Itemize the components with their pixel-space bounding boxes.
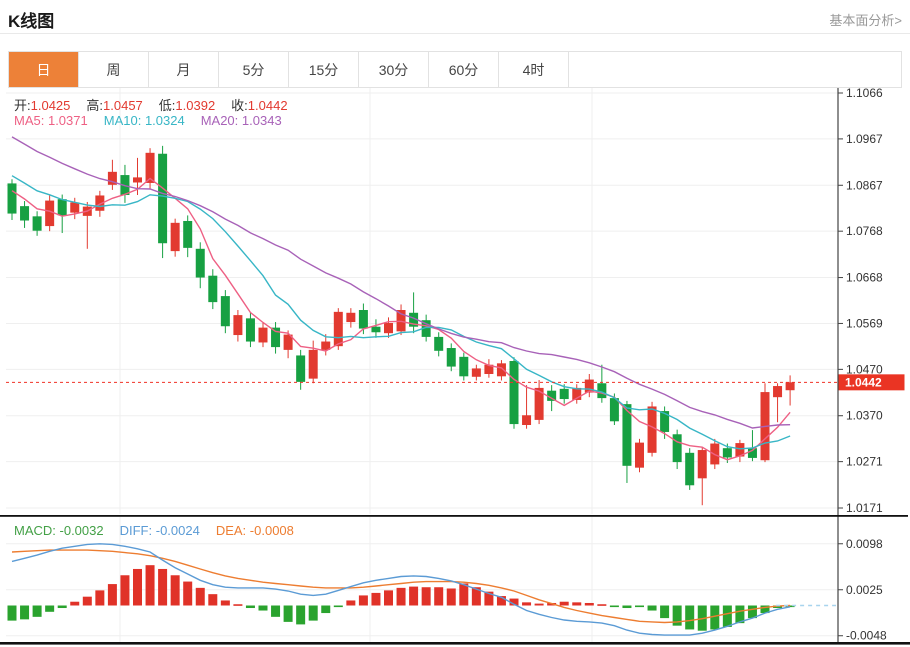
kline-widget: K线图 基本面分析> 日周月5分15分30分60分4时 1.1066 1.0967… xyxy=(0,0,910,647)
diff-label: DIFF: xyxy=(120,523,153,538)
open-label: 开: xyxy=(14,98,31,113)
ma5-value: 1.0371 xyxy=(48,113,88,128)
open-value: 1.0425 xyxy=(31,98,71,113)
macd-axis-label: 0.0025 xyxy=(846,583,883,597)
price-axis-label: 1.0370 xyxy=(846,409,883,423)
macd-label: MACD: xyxy=(14,523,56,538)
diff-value: -0.0024 xyxy=(156,523,200,538)
low-label: 低: xyxy=(159,98,176,113)
tab-4时[interactable]: 4时 xyxy=(499,52,569,87)
low-value: 1.0392 xyxy=(175,98,215,113)
page-title: K线图 xyxy=(8,7,54,32)
ma10-value: 1.0324 xyxy=(145,113,185,128)
tab-5分[interactable]: 5分 xyxy=(219,52,289,87)
macd-legend: MACD: -0.0032 DIFF: -0.0024 DEA: -0.0008 xyxy=(14,523,294,538)
period-tab-bar: 日周月5分15分30分60分4时 xyxy=(8,51,902,88)
fundamental-analysis-link[interactable]: 基本面分析> xyxy=(829,10,902,29)
price-axis-label: 1.1066 xyxy=(846,86,883,100)
tab-月[interactable]: 月 xyxy=(149,52,219,87)
macd-axis-label: -0.0048 xyxy=(846,629,887,643)
ma10-label: MA10: xyxy=(104,113,142,128)
tab-15分[interactable]: 15分 xyxy=(289,52,359,87)
macd-value: -0.0032 xyxy=(60,523,104,538)
header-divider xyxy=(0,33,910,34)
dea-label: DEA: xyxy=(216,523,246,538)
tab-60分[interactable]: 60分 xyxy=(429,52,499,87)
price-axis-label: 1.0171 xyxy=(846,501,883,515)
price-axis-label: 1.0867 xyxy=(846,178,883,192)
price-axis-label: 1.0569 xyxy=(846,316,883,330)
main-chart-area[interactable] xyxy=(6,88,838,643)
tab-日[interactable]: 日 xyxy=(9,52,79,87)
tab-30分[interactable]: 30分 xyxy=(359,52,429,87)
close-label: 收: xyxy=(231,98,248,113)
price-axis-label: 1.0668 xyxy=(846,271,883,285)
price-axis-label: 1.0768 xyxy=(846,224,883,238)
macd-axis-label: 0.0098 xyxy=(846,537,883,551)
ohlc-legend: 开:1.0425 高:1.0457 低:1.0392 收:1.0442 xyxy=(14,95,288,114)
ma-legend: MA5: 1.0371 MA10: 1.0324 MA20: 1.0343 xyxy=(14,113,282,128)
ma20-label: MA20: xyxy=(201,113,239,128)
current-price-tag-text: 1.0442 xyxy=(845,375,882,389)
ma20-value: 1.0343 xyxy=(242,113,282,128)
price-axis-label: 1.0271 xyxy=(846,455,883,469)
tab-周[interactable]: 周 xyxy=(79,52,149,87)
dea-value: -0.0008 xyxy=(250,523,294,538)
price-axis-label: 1.0470 xyxy=(846,362,883,376)
high-value: 1.0457 xyxy=(103,98,143,113)
close-value: 1.0442 xyxy=(248,98,288,113)
price-axis-label: 1.0967 xyxy=(846,132,883,146)
ma5-label: MA5: xyxy=(14,113,44,128)
high-label: 高: xyxy=(86,98,103,113)
